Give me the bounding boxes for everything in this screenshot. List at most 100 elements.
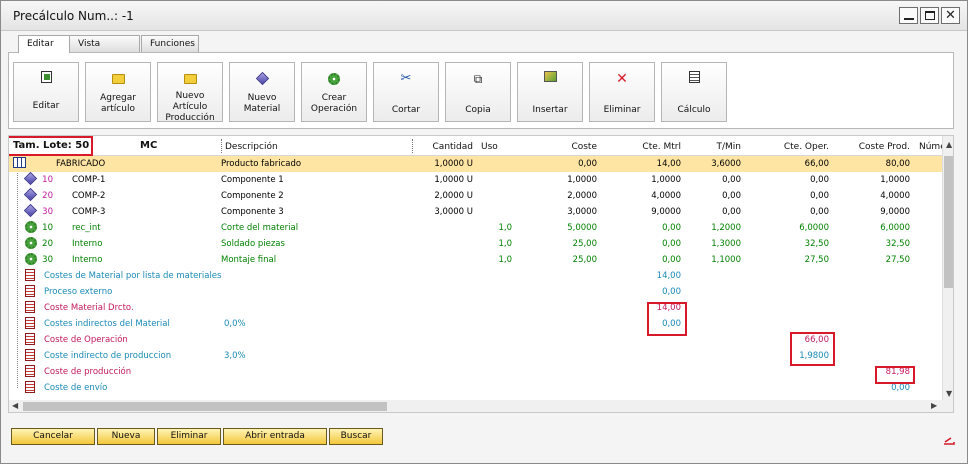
maximize-icon xyxy=(925,11,935,20)
cost-document-icon xyxy=(25,269,35,284)
summary-label: Coste indirecto de produccion xyxy=(44,351,172,361)
horizontal-scroll-thumb[interactable] xyxy=(23,402,387,411)
cell-cte-oper: 6,0000 xyxy=(799,223,829,233)
cell-code: COMP-1 xyxy=(72,175,106,185)
table-row[interactable]: Costes de Material por lista de material… xyxy=(9,268,943,284)
cell-coste-prod: 27,50 xyxy=(885,255,910,265)
toolbar-button-1[interactable]: Editar xyxy=(13,62,79,122)
scroll-up-icon[interactable]: ▲ xyxy=(946,140,952,149)
header-cte-oper[interactable]: Cte. Oper. xyxy=(774,142,829,152)
tab-editar[interactable]: Editar xyxy=(18,35,70,53)
toolbar-button-3[interactable]: Nuevo Artículo Producción xyxy=(157,62,223,122)
cell-position: 10 xyxy=(42,223,53,233)
header-t-min[interactable]: T/Min xyxy=(709,142,742,152)
cell-cantidad: 2,0000 U xyxy=(434,191,473,201)
cell-cantidad: 1,0000 U xyxy=(434,175,473,185)
precalc-grid[interactable]: Tam. Lote: 50 MC Descripción Cantidad Us… xyxy=(8,135,954,413)
scroll-left-icon[interactable]: ◀ xyxy=(12,401,18,410)
cell-cte-oper: 32,50 xyxy=(804,239,829,249)
resize-grip-icon[interactable] xyxy=(943,433,955,445)
scroll-down-icon[interactable]: ▼ xyxy=(946,389,952,398)
copy-icon: ⧉ xyxy=(473,72,483,86)
scroll-right-icon[interactable]: ▶ xyxy=(931,401,937,410)
toolbar-button-7[interactable]: ⧉ Copia xyxy=(445,62,511,122)
toolbar-button-4[interactable]: Nuevo Material xyxy=(229,62,295,122)
table-row[interactable]: Coste Material Drcto. 14,00 xyxy=(9,300,943,316)
material-cube-icon xyxy=(23,171,38,186)
table-row[interactable]: 10 COMP-1 Componente 1 1,0000 U 1,0000 1,0000… xyxy=(9,171,943,188)
table-row[interactable]: 10 rec_int Corte del material 1,0 5,0000 0,00… xyxy=(9,220,943,236)
maximize-button[interactable] xyxy=(920,7,939,24)
cell-code: FABRICADO xyxy=(56,159,106,169)
toolbar-button-5[interactable]: Crear Operación xyxy=(301,62,367,122)
abrir-entrada-button[interactable]: Abrir entrada xyxy=(223,428,327,445)
eliminar-button[interactable]: Eliminar xyxy=(157,428,221,445)
tab-vista[interactable]: Vista xyxy=(69,35,140,52)
table-row[interactable]: Costes indirectos del Material 0,0% 0,00 xyxy=(9,316,943,332)
header-coste-prod[interactable]: Coste Prod. xyxy=(849,142,910,152)
scissors-icon: ✂ xyxy=(400,71,412,86)
summary-percent: 3,0% xyxy=(224,351,246,361)
cost-document-icon xyxy=(25,381,35,396)
folder-icon xyxy=(86,71,150,87)
table-row[interactable]: 30 COMP-3 Componente 3 3,0000 U 3,0000 9,0000… xyxy=(9,203,943,220)
header-coste[interactable]: Coste xyxy=(549,142,597,152)
header-uso[interactable]: Uso xyxy=(481,142,498,152)
paste-icon xyxy=(518,71,582,87)
table-row[interactable]: 30 Interno Montaje final 1,0 25,00 0,00 1,1000… xyxy=(9,252,943,268)
toolbar-button-6[interactable]: ✂ Cortar xyxy=(373,62,439,122)
calculator-icon xyxy=(662,71,726,87)
table-row[interactable]: 20 Interno Soldado piezas 1,0 25,00 0,00 1,300… xyxy=(9,236,943,252)
close-button[interactable]: ✕ xyxy=(941,7,960,24)
cell-cte-oper: 0,00 xyxy=(810,207,829,217)
cell-t-min: 0,00 xyxy=(722,207,741,217)
header-cantidad[interactable]: Cantidad xyxy=(427,142,473,152)
cell-cte-oper: 66,00 xyxy=(804,159,829,169)
nueva-button[interactable]: Nueva xyxy=(97,428,155,445)
summary-percent: 0,0% xyxy=(224,319,246,329)
table-row[interactable]: 20 COMP-2 Componente 2 2,0000 U 2,0000 4,0000… xyxy=(9,187,943,204)
tab-funciones[interactable]: Funciones xyxy=(141,35,199,52)
horizontal-scrollbar[interactable]: ◀ ▶ xyxy=(9,400,943,412)
cell-cte-oper: 0,00 xyxy=(810,191,829,201)
cell-cantidad: 3,0000 U xyxy=(434,207,473,217)
minimize-button[interactable] xyxy=(899,7,918,24)
highlight-production-cost xyxy=(875,366,915,384)
vertical-scroll-thumb[interactable] xyxy=(944,156,953,288)
cell-uso: 1,0 xyxy=(498,223,512,233)
folder-icon xyxy=(158,71,222,87)
toolbar-button-label: Nuevo Artículo Producción xyxy=(165,91,215,122)
cell-coste-prod: 1,0000 xyxy=(880,175,910,185)
operation-gear-icon xyxy=(25,237,37,249)
summary-label: Coste de envío xyxy=(44,383,108,393)
table-row[interactable]: FABRICADO Producto fabricado 1,0000 U 0,00 1… xyxy=(9,156,943,172)
cell-cte-mtrl: 14,00 xyxy=(656,271,681,281)
table-row[interactable]: Coste de producción 81,98 xyxy=(9,364,943,380)
toolbar-button-10[interactable]: Cálculo xyxy=(661,62,727,122)
operation-gear-icon xyxy=(25,221,37,233)
vertical-scrollbar[interactable]: ▲ ▼ xyxy=(942,136,953,412)
highlight-material-costs xyxy=(647,302,687,336)
cost-document-icon xyxy=(25,349,35,364)
buscar-button[interactable]: Buscar xyxy=(329,428,383,445)
header-descripcion[interactable]: Descripción xyxy=(225,142,278,152)
toolbar-button-2[interactable]: Agregar artículo xyxy=(85,62,151,122)
header-cte-mtrl[interactable]: Cte. Mtrl xyxy=(629,142,681,152)
cell-t-min: 1,3000 xyxy=(711,239,741,249)
cell-coste-prod: 0,00 xyxy=(891,383,910,393)
table-row[interactable]: Proceso externo 0,00 xyxy=(9,284,943,300)
cost-document-icon xyxy=(25,365,35,380)
toolbar-button-8[interactable]: Insertar xyxy=(517,62,583,122)
cell-cte-mtrl: 14,00 xyxy=(656,159,681,169)
cancelar-button[interactable]: Cancelar xyxy=(11,428,95,445)
window-title: Precálculo Num..: -1 xyxy=(13,9,134,23)
cell-descripcion: Componente 2 xyxy=(221,191,284,201)
toolbar-button-9[interactable]: ✕ Eliminar xyxy=(589,62,655,122)
toolbar-button-label: Editar xyxy=(32,101,60,111)
cell-cte-mtrl: 0,00 xyxy=(662,255,681,265)
cell-descripcion: Corte del material xyxy=(221,223,299,233)
tab-label: Editar xyxy=(27,39,54,49)
table-row[interactable]: Coste de envío 0,00 xyxy=(9,380,943,396)
header-mc[interactable]: MC xyxy=(140,140,157,151)
cell-position: 30 xyxy=(42,207,53,217)
